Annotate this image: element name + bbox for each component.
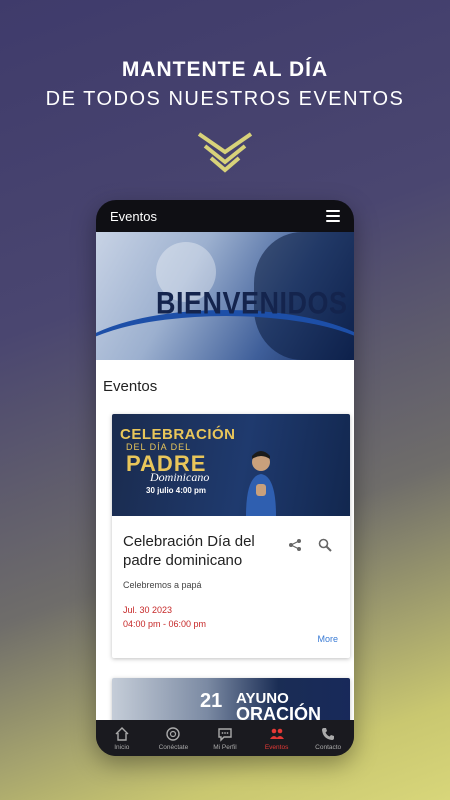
banner-heading: BIENVENIDOS (156, 285, 348, 321)
share-icon[interactable] (288, 538, 302, 552)
tab-eventos[interactable]: Eventos (251, 720, 303, 756)
event-flyer-image[interactable]: 21 AYUNO ORACIÓN (112, 678, 350, 720)
tab-contacto[interactable]: Contacto (302, 720, 354, 756)
flyer-line-4: Dominicano (150, 470, 210, 484)
event-date: Jul. 30 2023 (123, 605, 173, 615)
tab-label: Eventos (264, 743, 289, 751)
phone-icon (322, 727, 335, 740)
event-flyer-image[interactable]: CELEBRACIÓN DEL DÍA DEL PADRE Dominicano… (112, 414, 350, 516)
home-icon (115, 726, 129, 741)
tab-label: Conéctate (158, 743, 189, 751)
more-link[interactable]: More (317, 634, 338, 644)
tab-inicio[interactable]: Inicio (96, 720, 148, 756)
flyer-number: 21 (200, 690, 223, 712)
phone-mockup: Eventos BIENVENIDOS Eventos CELEBRACIÓN … (96, 200, 354, 756)
event-time: 04:00 pm - 06:00 pm (123, 619, 207, 629)
app-title: Eventos (110, 208, 157, 224)
events-content[interactable]: Eventos CELEBRACIÓN DEL DÍA DEL PADRE Do… (96, 360, 354, 720)
promo-headline: MANTENTE AL DÍA DE TODOS NUESTROS EVENTO… (0, 58, 450, 111)
tab-conectate[interactable]: Conéctate (148, 720, 200, 756)
event-card[interactable]: 21 AYUNO ORACIÓN (112, 678, 350, 720)
promo-line-1: MANTENTE AL DÍA (121, 58, 329, 81)
section-title: Eventos (103, 378, 158, 395)
flyer-date: 30 julio 4:00 pm (146, 486, 207, 495)
flyer-line-2: ORACIÓN (236, 704, 321, 720)
event-card[interactable]: CELEBRACIÓN DEL DÍA DEL PADRE Dominicano… (112, 414, 350, 658)
welcome-banner: BIENVENIDOS (96, 232, 354, 360)
hamburger-menu-icon[interactable] (326, 210, 340, 222)
tab-label: Inicio (114, 743, 130, 751)
connect-icon (166, 726, 181, 741)
tab-label: Mi Perfil (213, 743, 237, 751)
tab-label: Contacto (315, 743, 342, 751)
chevron-down-icon (197, 132, 253, 173)
events-icon (269, 728, 284, 739)
profile-icon (218, 727, 232, 742)
zoom-icon[interactable] (318, 538, 332, 552)
tab-mi-perfil[interactable]: Mi Perfil (199, 720, 251, 756)
bottom-navigation: Inicio Conéctate Mi Perfil Eventos Conta… (96, 720, 354, 756)
flyer-line-1: CELEBRACIÓN (120, 426, 236, 443)
speaker-photo (246, 451, 276, 516)
promo-line-2: DE TODOS NUESTROS EVENTOS (45, 88, 405, 110)
event-title: Celebración Día del padre dominicano (123, 533, 255, 569)
event-description: Celebremos a papá (123, 580, 202, 590)
app-top-bar: Eventos (96, 200, 354, 232)
